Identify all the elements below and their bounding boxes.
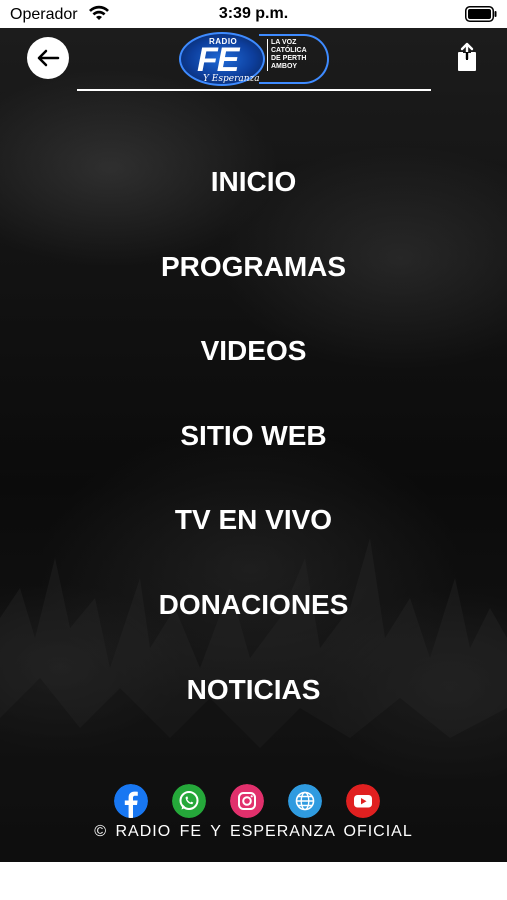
menu-item-noticias[interactable]: NOTICIAS — [0, 666, 507, 751]
youtube-icon[interactable] — [346, 784, 380, 818]
copyright-text: © RADIO FE Y ESPERANZA OFICIAL — [94, 823, 413, 840]
logo-tagline-line: CATÓLICA — [271, 47, 307, 54]
menu-item-videos[interactable]: VIDEOS — [0, 327, 507, 412]
globe-icon[interactable] — [288, 784, 322, 818]
back-button[interactable] — [27, 37, 69, 79]
menu-item-donaciones[interactable]: DONACIONES — [0, 581, 507, 666]
station-logo: RADIO FE Y Esperanza LA VOZ CATÓLICA DE … — [179, 30, 329, 88]
menu-item-sitio-web[interactable]: SITIO WEB — [0, 412, 507, 497]
header-divider — [77, 89, 431, 91]
social-links — [0, 784, 507, 818]
clock-label: 3:39 p.m. — [218, 5, 289, 22]
logo-esperanza-text: Y Esperanza — [203, 74, 260, 84]
logo-tagline-line: DE PERTH — [271, 55, 307, 62]
whatsapp-icon[interactable] — [172, 784, 206, 818]
logo-tagline-line: AMBOY — [271, 63, 298, 70]
arrow-left-icon — [37, 49, 60, 67]
main-menu: INICIO PROGRAMAS VIDEOS SITIO WEB TV EN … — [0, 158, 507, 750]
logo-tagline-line: LA VOZ — [271, 39, 297, 46]
app-screen: RADIO FE Y Esperanza LA VOZ CATÓLICA DE … — [0, 28, 507, 862]
status-bar: Operador 3:39 p.m. — [0, 0, 507, 28]
logo-emblem: RADIO FE Y Esperanza — [179, 32, 265, 86]
menu-item-programas[interactable]: PROGRAMAS — [0, 243, 507, 328]
menu-item-inicio[interactable]: INICIO — [0, 158, 507, 243]
logo-tagline: LA VOZ CATÓLICA DE PERTH AMBOY — [267, 39, 329, 71]
battery-icon — [465, 6, 497, 22]
logo-fe-text: FE — [197, 41, 239, 79]
menu-item-tv-en-vivo[interactable]: TV EN VIVO — [0, 496, 507, 581]
instagram-icon[interactable] — [230, 784, 264, 818]
share-icon[interactable] — [455, 42, 479, 72]
facebook-icon[interactable] — [114, 784, 148, 818]
